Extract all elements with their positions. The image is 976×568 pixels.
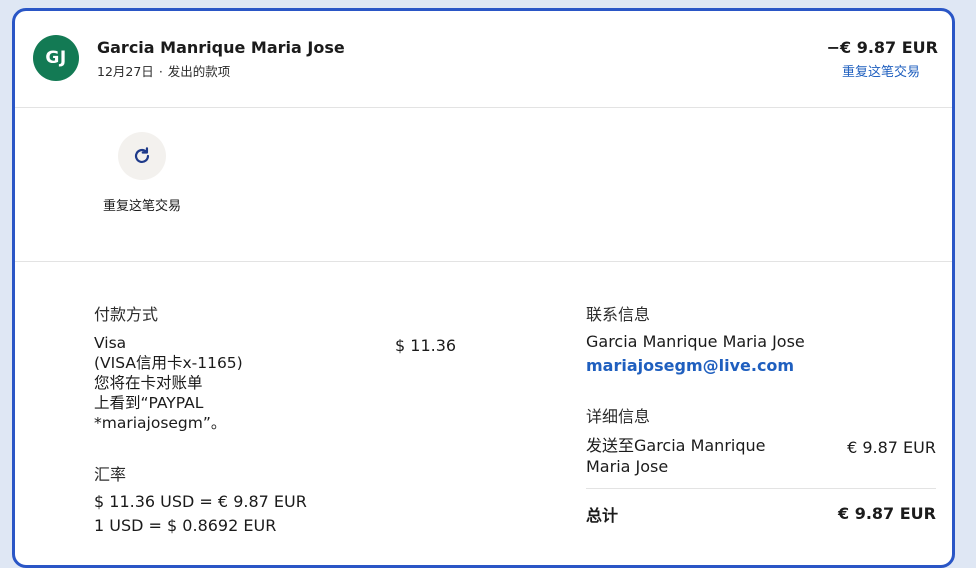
- exchange-conversion: $ 11.36 USD = € 9.87 EUR: [94, 492, 307, 511]
- payment-line: 您将在卡对账单: [94, 374, 203, 392]
- divider: [586, 488, 936, 489]
- repeat-transaction-label: 重复这笔交易: [103, 199, 182, 214]
- total-label: 总计: [586, 506, 619, 525]
- payment-line: 上看到“PAYPAL: [94, 394, 204, 412]
- action-bar: 重复这笔交易: [15, 108, 952, 262]
- total-amount: € 9.87 EUR: [838, 504, 936, 523]
- refresh-icon: [134, 147, 150, 163]
- separator-dot: ·: [158, 64, 163, 79]
- contact-email-link[interactable]: mariajosegm@live.com: [586, 356, 794, 375]
- transaction-date: 12月27日: [97, 64, 154, 79]
- repeat-transaction-link[interactable]: 重复这笔交易: [842, 61, 920, 80]
- sent-amount: € 9.87 EUR: [847, 438, 936, 457]
- details-title: 详细信息: [586, 407, 651, 426]
- exchange-rate-title: 汇率: [94, 465, 127, 484]
- payment-method-description: Visa (VISA信用卡x-1165) 您将在卡对账单 上看到“PAYPAL …: [94, 333, 269, 433]
- transaction-details: 付款方式 Visa (VISA信用卡x-1165) 您将在卡对账单 上看到“PA…: [15, 262, 952, 565]
- contact-info-title: 联系信息: [586, 305, 651, 324]
- transaction-header: GJ Garcia Manrique Maria Jose 12月27日 · 发出的…: [15, 11, 952, 108]
- transaction-type: 发出的款项: [167, 64, 231, 79]
- contact-name: Garcia Manrique Maria Jose: [586, 332, 805, 351]
- payment-line: Visa: [94, 334, 127, 352]
- transaction-card: GJ Garcia Manrique Maria Jose 12月27日 · 发出的…: [12, 8, 955, 568]
- transaction-subline: 12月27日 · 发出的款项: [97, 61, 230, 80]
- transaction-amount: −€ 9.87 EUR: [826, 38, 938, 57]
- payment-line: *mariajosegm”。: [94, 414, 227, 432]
- merchant-name: Garcia Manrique Maria Jose: [97, 38, 345, 57]
- avatar: GJ: [33, 35, 79, 81]
- payment-line: (VISA信用卡x-1165): [94, 354, 243, 372]
- payment-method-title: 付款方式: [94, 305, 159, 324]
- payment-amount: $ 11.36: [395, 336, 457, 355]
- sent-to-label: 发送至Garcia Manrique Maria Jose: [586, 436, 766, 476]
- exchange-rate: 1 USD = $ 0.8692 EUR: [94, 516, 277, 535]
- repeat-transaction-button[interactable]: [118, 132, 166, 180]
